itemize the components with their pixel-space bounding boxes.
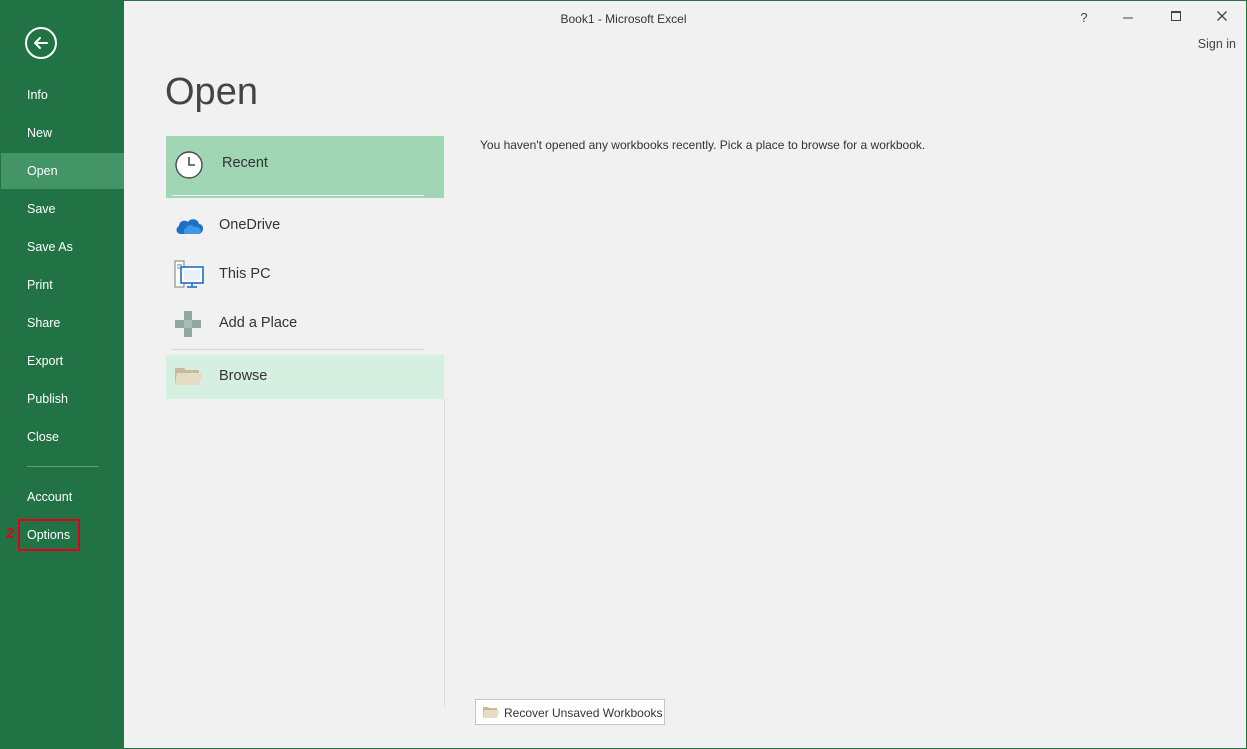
maximize-icon <box>1171 11 1181 21</box>
window-title: Book1 - Microsoft Excel <box>560 12 687 26</box>
nav-new[interactable]: New <box>1 115 124 151</box>
recover-button-label: Recover Unsaved Workbooks <box>504 706 663 720</box>
nav-info[interactable]: Info <box>1 77 124 113</box>
onedrive-cloud-icon <box>176 219 203 234</box>
place-this-pc[interactable]: This PC <box>166 255 444 295</box>
nav-close[interactable]: Close <box>1 419 124 455</box>
place-recent[interactable]: Recent <box>166 136 444 198</box>
backstage-sidebar: Info New Open Save Save As Print Share E… <box>1 1 124 748</box>
recover-unsaved-workbooks-button[interactable]: Recover Unsaved Workbooks <box>475 699 665 725</box>
back-arrow-icon <box>34 37 48 49</box>
minimize-button[interactable] <box>1108 7 1148 29</box>
nav-save[interactable]: Save <box>1 191 124 227</box>
back-button[interactable] <box>25 27 57 59</box>
nav-print[interactable]: Print <box>1 267 124 303</box>
places-divider <box>172 349 424 350</box>
place-this-pc-label: This PC <box>219 266 271 282</box>
place-add-a-place-label: Add a Place <box>219 315 298 331</box>
column-separator <box>444 399 445 707</box>
place-browse-label: Browse <box>219 368 268 384</box>
help-button[interactable]: ? <box>1064 7 1104 29</box>
maximize-button[interactable] <box>1156 7 1196 29</box>
excel-window: Info New Open Save Save As Print Share E… <box>0 0 1247 749</box>
close-window-button[interactable] <box>1202 7 1242 29</box>
computer-icon <box>174 260 204 288</box>
page-title: Open <box>165 71 258 113</box>
step-annotation-number: 2 <box>6 525 15 542</box>
place-onedrive-label: OneDrive <box>219 217 281 233</box>
add-place-plus-icon <box>175 311 201 337</box>
folder-icon <box>175 368 203 385</box>
place-add-a-place[interactable]: Add a Place <box>166 304 444 344</box>
minimize-icon <box>1123 17 1133 19</box>
nav-publish[interactable]: Publish <box>1 381 124 417</box>
sidebar-divider <box>27 466 99 467</box>
folder-icon <box>483 707 499 718</box>
close-icon <box>1217 11 1227 21</box>
place-recent-label: Recent <box>222 155 268 171</box>
recent-empty-message: You haven't opened any workbooks recentl… <box>480 138 926 152</box>
sign-in-link[interactable]: Sign in <box>1198 37 1236 51</box>
place-browse[interactable]: Browse <box>166 355 444 399</box>
nav-open[interactable]: Open <box>1 153 124 189</box>
nav-share[interactable]: Share <box>1 305 124 341</box>
place-onedrive[interactable]: OneDrive <box>166 206 444 246</box>
nav-export[interactable]: Export <box>1 343 124 379</box>
nav-account[interactable]: Account <box>1 479 124 515</box>
recent-underline <box>172 195 424 196</box>
options-highlight-box <box>18 519 80 551</box>
nav-save-as[interactable]: Save As <box>1 229 124 265</box>
clock-icon <box>175 151 203 179</box>
